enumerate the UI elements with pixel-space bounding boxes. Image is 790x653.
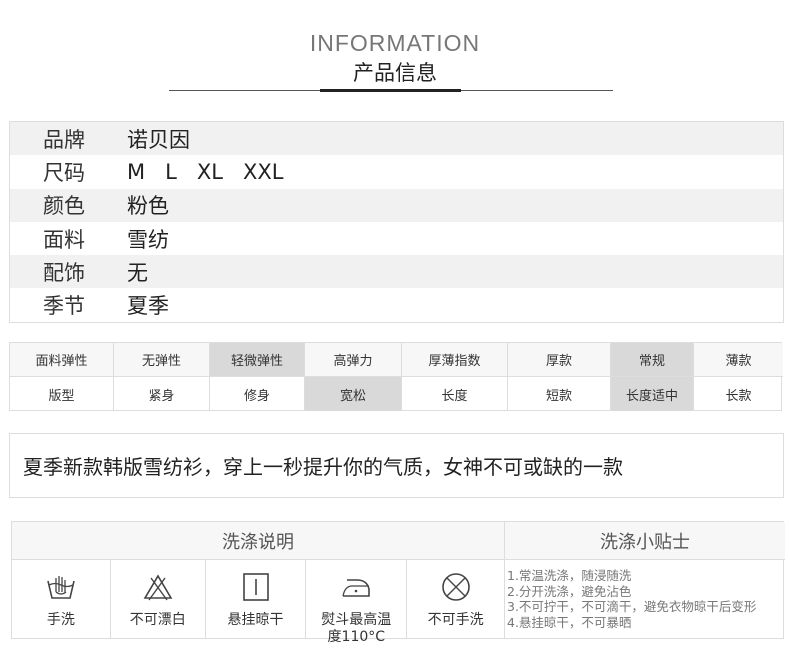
attr-cell: 面料弹性 [10,343,114,377]
attr-cell-selected: 常规 [611,343,694,377]
wash-item: 手洗 [12,560,111,638]
info-key: 面料 [43,227,85,252]
wash-label: 不可漂白 [129,612,186,628]
attr-cell: 长款 [725,388,752,404]
no-hand-wash-icon [438,572,474,606]
info-key: 季节 [43,294,85,319]
wash-item: 悬挂晾干 [206,560,307,638]
hand-wash-icon [43,572,79,606]
wash-tip: 2.分开洗涤，避免沾色 [507,583,632,599]
attr-cell: 修身 [210,377,305,411]
info-value: 无 [127,260,148,285]
no-bleach-icon [140,572,176,606]
attr-cell: 厚款 [508,343,611,377]
attr-cell: 厚薄指数 [402,343,508,377]
info-row-brand: 品牌 诺贝因 [10,122,783,156]
attribute-grid: 面料弹性 无弹性 轻微弹性 高弹力 厚薄指数 厚款 常规 薄款 版型 紧身 修身… [9,342,783,411]
product-info-table: 品牌 诺贝因 尺码 M L XL XXL 颜色 粉色 面料 雪纺 配饰 无 季节… [9,121,784,323]
section-header: INFORMATION 产品信息 [0,28,790,87]
product-description: 夏季新款韩版雪纺衫，穿上一秒提升你的气质，女神不可或缺的一款 [9,433,784,498]
info-value: 夏季 [127,294,169,319]
description-text: 夏季新款韩版雪纺衫，穿上一秒提升你的气质，女神不可或缺的一款 [23,455,623,479]
wash-title: 洗涤说明 [12,522,505,560]
wash-label: 手洗 [46,612,75,628]
attr-cell: 无弹性 [114,343,210,377]
wash-item: 不可漂白 [111,560,206,638]
wash-tip: 1.常温洗涤，随浸随洗 [507,568,632,583]
info-key: 配饰 [43,260,85,285]
info-value: M L XL XXL [127,159,284,184]
attr-cell: 薄款 [694,343,783,377]
info-value: 诺贝因 [127,127,190,152]
info-row-accessory: 配饰 无 [10,255,783,289]
title-en: INFORMATION [309,30,481,56]
info-key: 颜色 [43,194,85,219]
info-value: 雪纺 [127,227,169,252]
wash-header: 洗涤说明 洗涤小贴士 [12,522,785,560]
info-key: 品牌 [43,127,85,152]
wash-tip: 3.不可拧干，不可滴干，避免衣物晾干后变形 [507,599,757,614]
info-value: 粉色 [127,194,169,219]
attr-cell: 紧身 [114,377,210,411]
hang-dry-icon [238,572,274,606]
wash-tip: 4.悬挂晾干，不可暴晒 [507,614,632,630]
header-divider-accent [320,89,461,92]
wash-tips-title: 洗涤小贴士 [600,532,690,553]
wash-item: 不可手洗 [407,560,504,638]
info-key: 尺码 [43,160,85,185]
title-cn: 产品信息 [353,61,437,85]
wash-label: 不可手洗 [427,612,484,628]
wash-instructions: 洗涤说明 洗涤小贴士 手洗 不可漂白 悬挂晾干 熨斗最高温度110°C 不可手洗… [11,521,785,645]
info-row-season: 季节 夏季 [10,288,783,321]
info-row-fabric: 面料 雪纺 [10,222,783,255]
wash-label: 悬挂晾干 [227,612,284,628]
attr-cell: 长度 [402,377,508,411]
attr-cell-selected: 轻微弹性 [210,343,305,377]
info-row-color: 颜色 粉色 [10,188,783,222]
info-row-size: 尺码 M L XL XXL [10,155,783,188]
wash-tips: 1.常温洗涤，随浸随洗 2.分开洗涤，避免沾色 3.不可拧干，不可滴干，避免衣物… [507,568,785,630]
wash-item: 熨斗最高温度110°C [306,560,408,645]
attr-cell: 版型 [10,377,114,411]
attr-cell-selected: 宽松 [305,377,402,411]
iron-icon [338,572,374,606]
wash-icons-row: 手洗 不可漂白 悬挂晾干 熨斗最高温度110°C 不可手洗 [12,560,505,645]
attr-cell: 高弹力 [305,343,402,377]
wash-label: 熨斗最高温度110°C [321,612,392,645]
attr-cell: 短款 [508,377,611,411]
attr-cell-selected: 长度适中 [611,377,694,411]
